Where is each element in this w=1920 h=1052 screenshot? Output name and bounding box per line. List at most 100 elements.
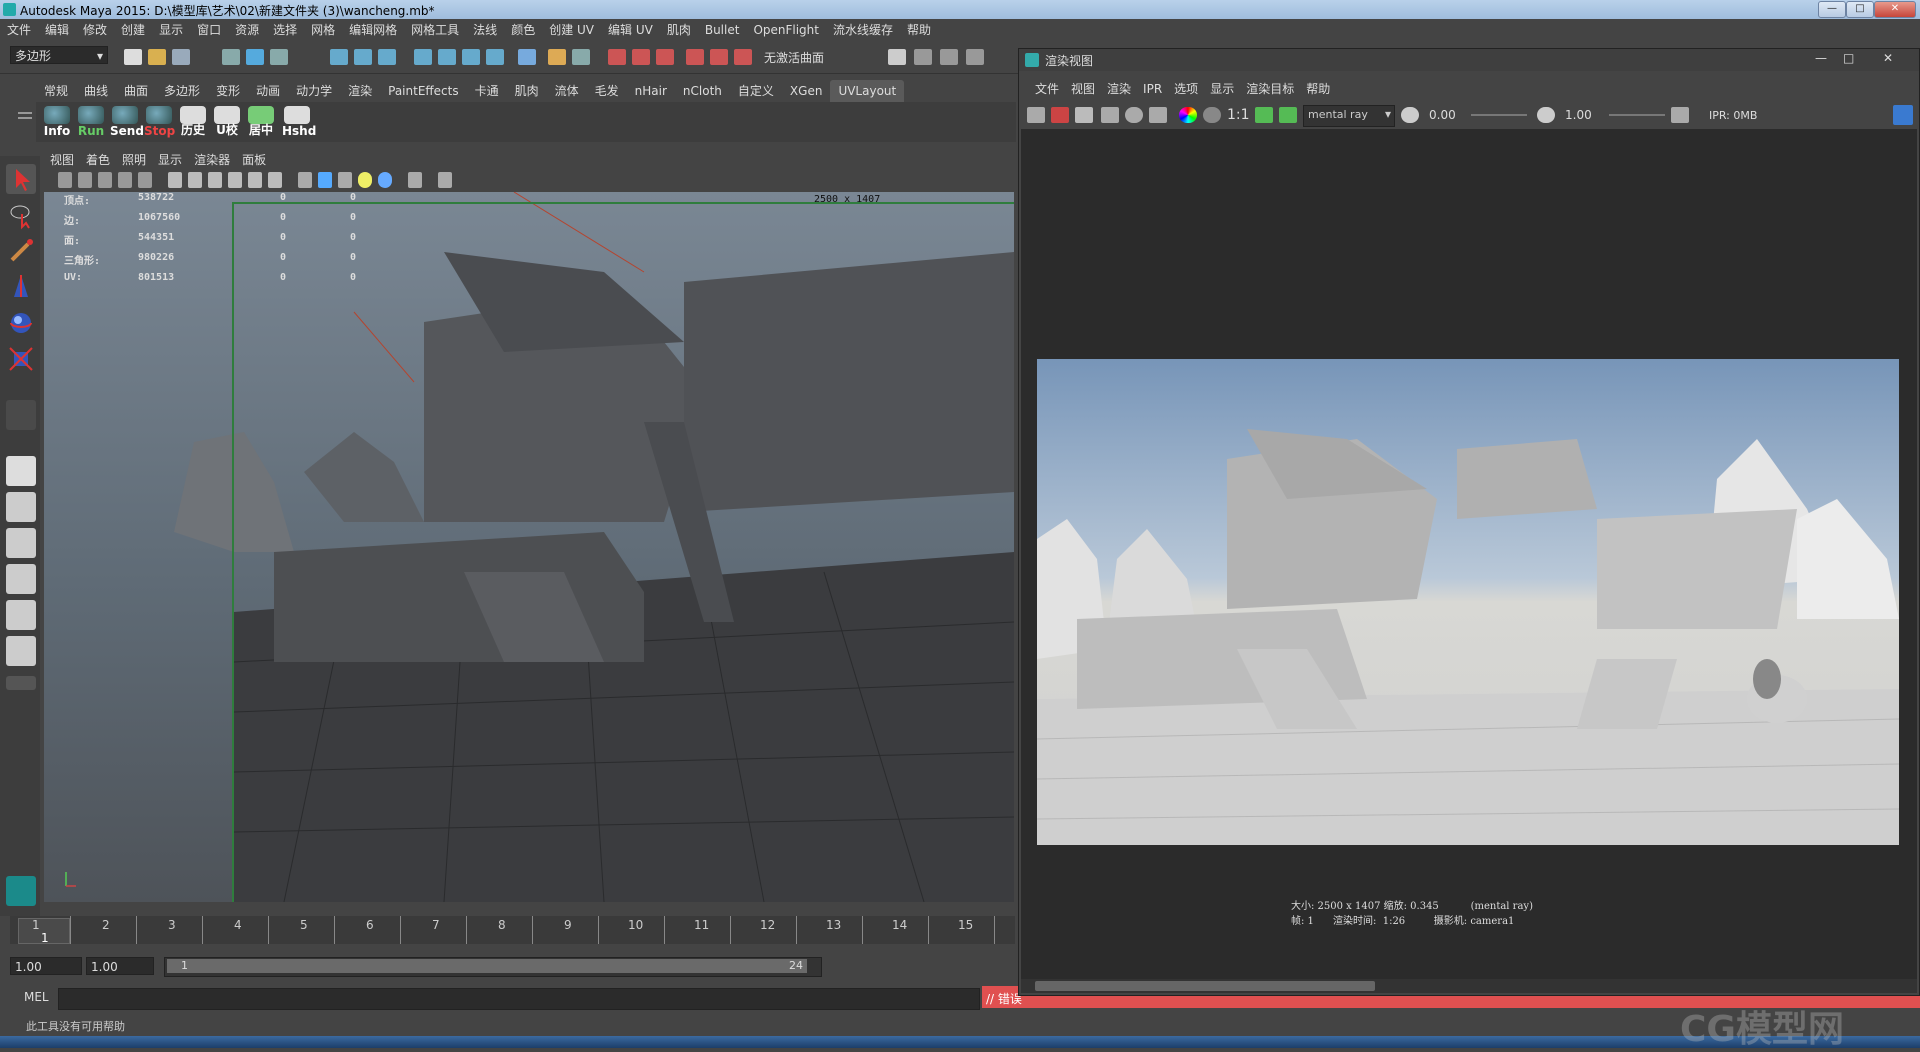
select-object-icon[interactable] xyxy=(246,49,264,65)
last-tool-icon[interactable] xyxy=(6,400,36,430)
redo-render-icon[interactable] xyxy=(1027,107,1045,123)
rv-menu-render-target[interactable]: 渲染目标 xyxy=(1240,79,1300,99)
keep-image-icon[interactable] xyxy=(1255,107,1273,123)
bookmark-icon[interactable] xyxy=(98,172,112,188)
tab-dynamics[interactable]: 动力学 xyxy=(288,80,340,102)
minimize-button[interactable]: — xyxy=(1818,1,1846,18)
range-handle[interactable]: 1 24 xyxy=(167,959,807,973)
maya-app-icon[interactable] xyxy=(6,876,36,906)
image-plane-icon[interactable] xyxy=(118,172,132,188)
menu-modify[interactable]: 修改 xyxy=(76,19,114,41)
batch-render-icon[interactable] xyxy=(734,49,752,65)
textured-icon[interactable] xyxy=(338,172,352,188)
tab-general[interactable]: 常规 xyxy=(36,80,76,102)
new-scene-icon[interactable] xyxy=(124,49,142,65)
panel-menu-show[interactable]: 显示 xyxy=(152,150,188,170)
panel-menu-renderer[interactable]: 渲染器 xyxy=(188,150,236,170)
exposure-field[interactable]: 0.00 xyxy=(1425,106,1465,124)
snap-together-icon[interactable] xyxy=(486,49,504,65)
smooth-shade-icon[interactable] xyxy=(318,172,332,188)
menu-normals[interactable]: 法线 xyxy=(466,19,504,41)
rv-menu-display[interactable]: 显示 xyxy=(1204,79,1240,99)
menu-pipeline-cache[interactable]: 流水线缓存 xyxy=(826,19,900,41)
start-time-field[interactable]: 1.00 xyxy=(10,957,82,975)
menu-set-select[interactable]: 多边形 ▾ xyxy=(10,46,108,64)
menu-mesh-tools[interactable]: 网格工具 xyxy=(404,19,466,41)
render-settings-icon[interactable] xyxy=(1149,107,1167,123)
input-ops-icon[interactable] xyxy=(572,49,590,65)
menu-mesh[interactable]: 网格 xyxy=(304,19,342,41)
isolate-select-icon[interactable] xyxy=(408,172,422,188)
real-size-button[interactable]: 1:1 xyxy=(1227,107,1250,123)
remove-image-icon[interactable] xyxy=(1279,107,1297,123)
menu-select[interactable]: 选择 xyxy=(266,19,304,41)
select-hierarchy-icon[interactable] xyxy=(222,49,240,65)
shelf-info-button[interactable]: Info xyxy=(42,104,72,138)
tab-fur[interactable]: 毛发 xyxy=(587,80,627,102)
tab-nhair[interactable]: nHair xyxy=(627,80,675,102)
scrollbar-thumb[interactable] xyxy=(1035,981,1375,991)
playback-start-field[interactable]: 1.00 xyxy=(86,957,154,975)
snap-surface-icon[interactable] xyxy=(438,49,456,65)
open-scene-icon[interactable] xyxy=(148,49,166,65)
refresh-icon[interactable] xyxy=(1125,107,1143,123)
camera-attr-icon[interactable] xyxy=(78,172,92,188)
renderer-select[interactable]: mental ray ▾ xyxy=(1303,105,1395,127)
current-frame-marker[interactable]: 1 xyxy=(18,918,70,945)
tab-toon[interactable]: 卡通 xyxy=(467,80,507,102)
layout-single-icon[interactable] xyxy=(6,456,36,486)
lasso-tool-icon[interactable] xyxy=(6,200,36,230)
alpha-channel-icon[interactable] xyxy=(1203,107,1221,123)
menu-openflight[interactable]: OpenFlight xyxy=(746,19,826,41)
rv-menu-ipr[interactable]: IPR xyxy=(1137,79,1168,99)
close-button[interactable]: ✕ xyxy=(1874,1,1916,18)
render-globals-icon[interactable] xyxy=(710,49,728,65)
snap-curve-icon[interactable] xyxy=(354,49,372,65)
exposure-slider[interactable] xyxy=(1471,114,1527,116)
move-tool-icon[interactable] xyxy=(6,272,36,302)
render-current-icon[interactable] xyxy=(608,49,626,65)
perspective-viewport[interactable]: 2500 x 1407 顶点: 538722 0 0 边: 1067560 0 0 面: 54… xyxy=(44,192,1014,902)
menu-color[interactable]: 颜色 xyxy=(504,19,542,41)
xray-icon[interactable] xyxy=(438,172,452,188)
rv-menu-help[interactable]: 帮助 xyxy=(1300,79,1336,99)
menu-edit[interactable]: 编辑 xyxy=(38,19,76,41)
render-view-scrollbar[interactable] xyxy=(1021,979,1917,993)
camera-select-icon[interactable] xyxy=(58,172,72,188)
tab-painteffects[interactable]: PaintEffects xyxy=(380,80,466,102)
snapshot-icon[interactable] xyxy=(1075,107,1093,123)
mel-input[interactable] xyxy=(58,988,980,1010)
menu-file[interactable]: 文件 xyxy=(0,19,38,41)
tool-settings-icon[interactable] xyxy=(914,49,932,65)
tab-xgen[interactable]: XGen xyxy=(782,80,831,102)
tab-animation[interactable]: 动画 xyxy=(248,80,288,102)
lights-icon[interactable] xyxy=(358,172,372,188)
snap-grid-icon[interactable] xyxy=(330,49,348,65)
range-bar[interactable]: 1 24 xyxy=(164,957,822,977)
tab-muscle[interactable]: 肌肉 xyxy=(507,80,547,102)
outliner-icon[interactable] xyxy=(966,49,984,65)
menu-edit-mesh[interactable]: 编辑网格 xyxy=(342,19,404,41)
gamma-field[interactable]: 1.00 xyxy=(1561,106,1601,124)
menu-assets[interactable]: 资源 xyxy=(228,19,266,41)
snap-point-icon[interactable] xyxy=(378,49,396,65)
layout-four-icon[interactable] xyxy=(6,492,36,522)
rv-menu-view[interactable]: 视图 xyxy=(1065,79,1101,99)
gate-mask-icon[interactable] xyxy=(208,172,222,188)
hypershade-icon[interactable] xyxy=(686,49,704,65)
layout-side-icon[interactable] xyxy=(6,528,36,558)
menu-display[interactable]: 显示 xyxy=(152,19,190,41)
shelf-stop-button[interactable]: Stop xyxy=(144,104,175,138)
render-image-area[interactable]: 大小: 2500 x 1407 缩放: 0.345 (mental ray) 帧:… xyxy=(1021,129,1917,981)
mel-label[interactable]: MEL xyxy=(24,990,49,1004)
gamma-slider[interactable] xyxy=(1609,114,1665,116)
layout-hypershade-icon[interactable] xyxy=(6,636,36,666)
shelf-uv-button[interactable]: U校 xyxy=(212,104,242,138)
select-component-icon[interactable] xyxy=(270,49,288,65)
ipr-render-icon[interactable] xyxy=(632,49,650,65)
rv-close-icon[interactable]: ✕ xyxy=(1883,51,1893,65)
panel-menu-view[interactable]: 视图 xyxy=(44,150,80,170)
tab-deformation[interactable]: 变形 xyxy=(208,80,248,102)
rgb-channel-icon[interactable] xyxy=(1179,107,1197,123)
tab-custom[interactable]: 自定义 xyxy=(730,80,782,102)
